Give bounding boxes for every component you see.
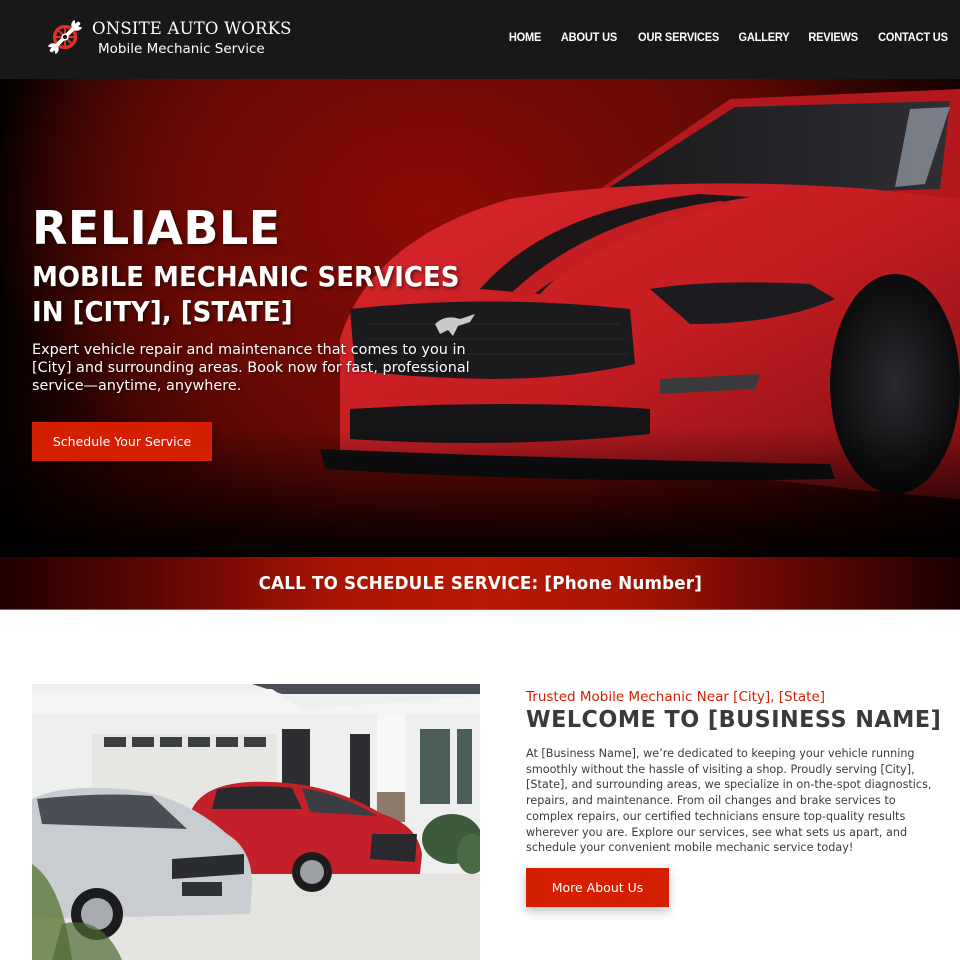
call-to-schedule-bar: CALL TO SCHEDULE SERVICE: [Phone Number]	[0, 557, 960, 610]
about-cars-image	[32, 684, 480, 960]
schedule-service-button[interactable]: Schedule Your Service	[32, 422, 212, 461]
hero-section: RELIABLE MOBILE MECHANIC SERVICES IN [CI…	[0, 79, 960, 557]
hero-title-primary: RELIABLE	[32, 201, 281, 255]
brand-tagline: Mobile Mechanic Service	[98, 41, 265, 57]
hero-subtitle: Expert vehicle repair and maintenance th…	[32, 342, 470, 394]
about-title: WELCOME TO [BUSINESS NAME]	[526, 707, 942, 733]
hero-title-secondary: MOBILE MECHANIC SERVICES IN [CITY], [STA…	[32, 260, 460, 328]
nav-reviews[interactable]: REVIEWS	[808, 30, 858, 44]
nav-our-services[interactable]: OUR SERVICES	[638, 30, 719, 44]
brand-name[interactable]: ONSITE AUTO WORKS	[92, 19, 292, 38]
nav-about-us[interactable]: ABOUT US	[560, 30, 616, 44]
more-about-us-button[interactable]: More About Us	[526, 868, 669, 907]
about-kicker: Trusted Mobile Mechanic Near [City], [St…	[526, 689, 826, 705]
nav-contact-us[interactable]: CONTACT US	[878, 30, 948, 44]
about-body-text: At [Business Name], we’re dedicated to k…	[526, 747, 932, 855]
nav-home[interactable]: HOME	[509, 30, 542, 44]
call-to-schedule-text[interactable]: CALL TO SCHEDULE SERVICE: [Phone Number]	[258, 573, 701, 594]
nav-gallery[interactable]: GALLERY	[738, 30, 789, 44]
main-nav: HOME ABOUT US OUR SERVICES GALLERY REVIE…	[491, 30, 948, 44]
wrench-wheel-icon[interactable]	[46, 18, 84, 56]
site-header: ONSITE AUTO WORKS Mobile Mechanic Servic…	[0, 0, 960, 79]
